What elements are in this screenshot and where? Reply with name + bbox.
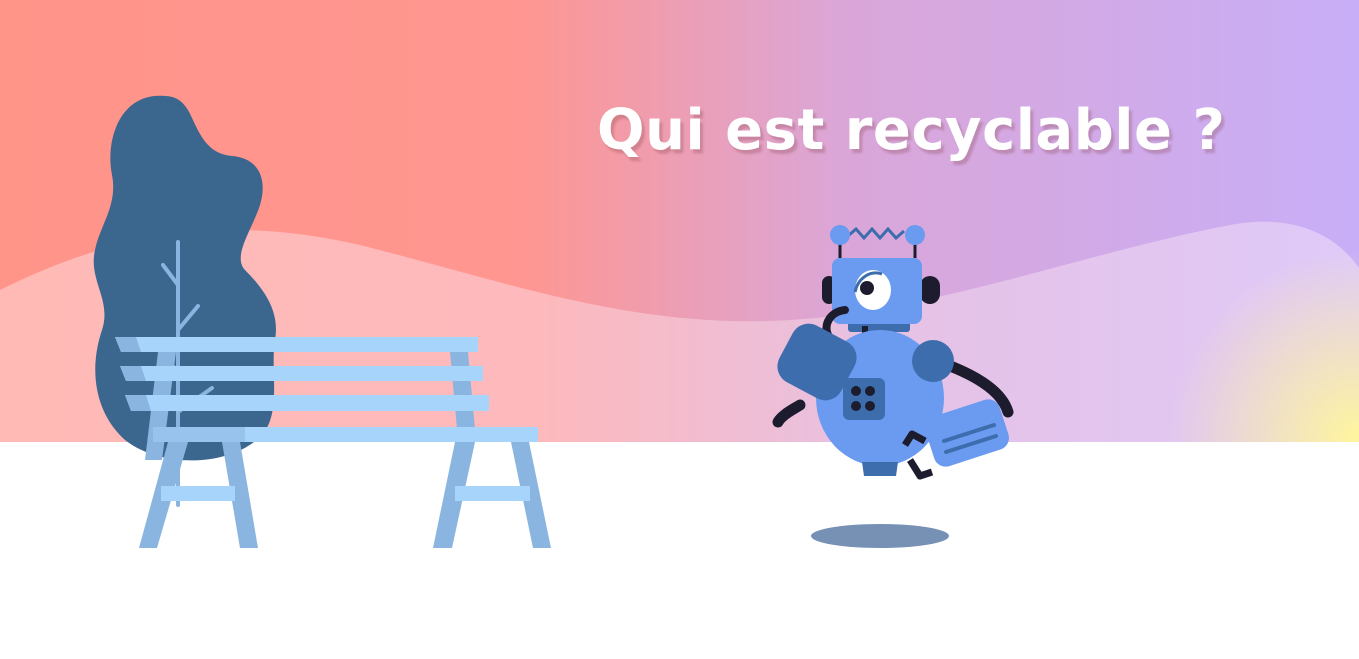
ground bbox=[0, 442, 1359, 659]
page-title: Qui est recyclable ? bbox=[597, 98, 1226, 163]
robot-shadow bbox=[811, 524, 949, 548]
sun-glow bbox=[1130, 240, 1359, 442]
